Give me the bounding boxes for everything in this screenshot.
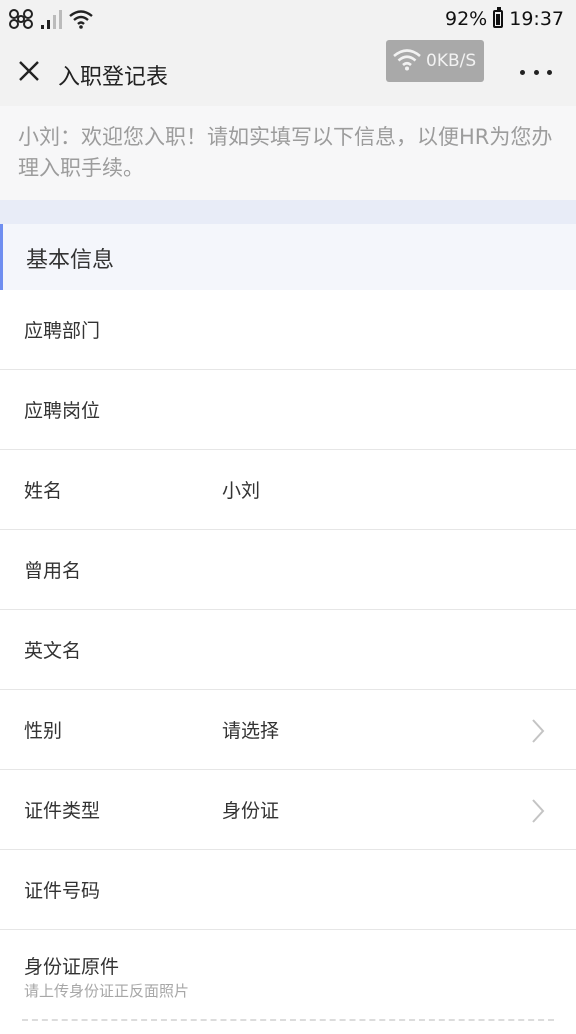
field-label: 英文名 bbox=[24, 640, 82, 662]
field-english-name[interactable]: 英文名 bbox=[0, 610, 576, 690]
wifi-icon bbox=[68, 8, 94, 34]
field-value[interactable]: 身份证 bbox=[222, 796, 279, 823]
field-label: 证件号码 bbox=[24, 880, 101, 902]
signal-bars-icon bbox=[40, 8, 62, 34]
chevron-right-icon bbox=[528, 718, 548, 744]
welcome-message: 小刘：欢迎您入职！请如实填写以下信息，以便HR为您办理入职手续。 bbox=[0, 106, 576, 200]
wifi-badge-icon bbox=[392, 47, 422, 76]
field-label: 应聘岗位 bbox=[24, 400, 101, 422]
field-label: 性别 bbox=[24, 720, 63, 742]
field-department[interactable]: 应聘部门 bbox=[0, 290, 576, 370]
section-header: 基本信息 bbox=[0, 224, 576, 290]
basic-info-form: 应聘部门 应聘岗位 姓名 小刘 曾用名 英文名 性别 请选择 证件类型 身份证 … bbox=[0, 290, 576, 1034]
field-value[interactable]: 请选择 bbox=[222, 716, 279, 743]
more-icon[interactable] bbox=[520, 62, 552, 82]
battery-fill bbox=[496, 13, 501, 25]
status-bar: 92% 19:37 bbox=[0, 0, 576, 40]
network-speed: 0KB/S bbox=[426, 51, 477, 71]
field-id-type[interactable]: 证件类型 身份证 bbox=[0, 770, 576, 850]
china-unicom-icon bbox=[8, 8, 34, 34]
field-name[interactable]: 姓名 小刘 bbox=[0, 450, 576, 530]
field-label: 证件类型 bbox=[24, 800, 101, 822]
field-label: 身份证原件 bbox=[24, 956, 120, 978]
battery-percent: 92% bbox=[445, 8, 488, 30]
more-dot bbox=[520, 69, 525, 75]
section-title: 基本信息 bbox=[26, 248, 115, 273]
field-hint: 请上传身份证正反面照片 bbox=[24, 982, 190, 1000]
field-label: 应聘部门 bbox=[24, 320, 101, 342]
field-former-name[interactable]: 曾用名 bbox=[0, 530, 576, 610]
nav-bar: 入职登记表 0KB/S bbox=[0, 40, 576, 106]
upload-area-border[interactable] bbox=[22, 1019, 554, 1021]
field-label: 曾用名 bbox=[24, 560, 82, 582]
network-speed-badge: 0KB/S bbox=[386, 40, 484, 82]
status-right: 92% 19:37 bbox=[445, 7, 564, 30]
status-left bbox=[8, 8, 94, 34]
field-id-number[interactable]: 证件号码 bbox=[0, 850, 576, 930]
field-gender[interactable]: 性别 请选择 bbox=[0, 690, 576, 770]
field-label: 姓名 bbox=[24, 480, 63, 502]
more-dot bbox=[547, 69, 552, 75]
section-accent-bar bbox=[0, 224, 3, 290]
chevron-right-icon bbox=[528, 798, 548, 824]
more-dot bbox=[533, 69, 539, 75]
close-icon[interactable] bbox=[14, 56, 44, 86]
section-gap bbox=[0, 200, 576, 224]
battery-icon bbox=[493, 7, 504, 28]
clock: 19:37 bbox=[509, 8, 564, 30]
field-position[interactable]: 应聘岗位 bbox=[0, 370, 576, 450]
page-title: 入职登记表 bbox=[58, 65, 169, 90]
field-value[interactable]: 小刘 bbox=[222, 476, 260, 503]
